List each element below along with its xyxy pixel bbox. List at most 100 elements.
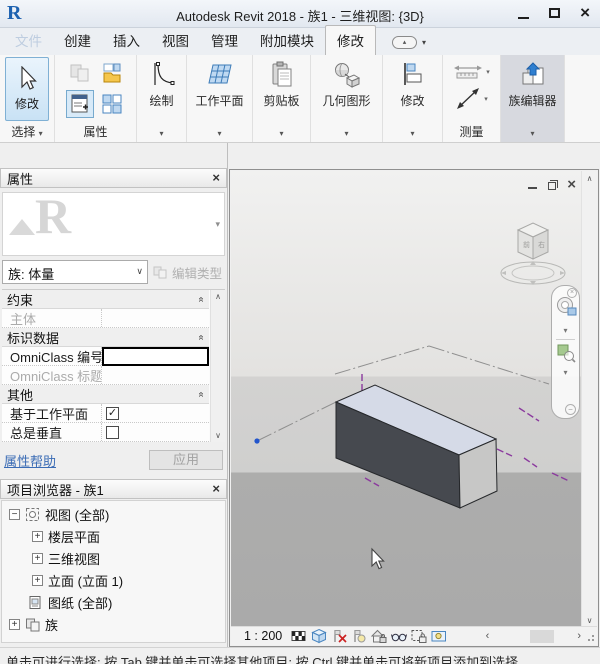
shadows-icon[interactable] [351, 628, 367, 644]
tree-item-elevations[interactable]: + 立面 (立面 1) [2, 569, 225, 591]
type-properties-icon[interactable] [68, 61, 92, 85]
panel-clipboard[interactable]: 剪贴板 ▾ [253, 55, 311, 142]
scroll-up-icon[interactable]: ∧ [587, 174, 593, 183]
tab-create[interactable]: 创建 [53, 26, 102, 55]
omniclass-number-input[interactable] [102, 347, 209, 366]
collapse-expander-icon[interactable]: − [9, 509, 20, 520]
checkbox-unchecked[interactable] [106, 426, 119, 439]
property-row-host[interactable]: 主体 [2, 309, 209, 328]
visual-style-icon[interactable] [311, 628, 327, 644]
select-panel-label[interactable]: 选择 ▾ [0, 123, 54, 140]
chevron-down-icon[interactable]: ▾ [486, 68, 490, 76]
expand-expander-icon[interactable]: + [9, 619, 20, 630]
panel-workplane[interactable]: 工作平面 ▾ [187, 55, 253, 142]
horizontal-scrollbar[interactable] [494, 630, 572, 643]
chevron-down-icon[interactable]: ▾ [552, 326, 579, 335]
type-selector-combo[interactable]: 族: 体量 ∨ [2, 260, 148, 284]
ribbon-pin-icon[interactable]: ▴ [392, 36, 417, 49]
properties-palette-header[interactable]: 属性 × [0, 168, 227, 188]
scroll-down-icon[interactable]: ∨ [215, 431, 221, 440]
property-row-omniclass-number[interactable]: OmniClass 编号 [2, 347, 209, 366]
steering-wheel-icon[interactable] [556, 296, 577, 317]
sun-path-icon[interactable] [331, 628, 347, 644]
pan-icon[interactable]: − [565, 404, 576, 415]
property-row-work-plane-based[interactable]: 基于工作平面 ✓ [2, 404, 209, 423]
tab-manage[interactable]: 管理 [200, 26, 249, 55]
chevron-down-icon[interactable]: ▾ [215, 219, 220, 230]
tab-file[interactable]: 文件 [4, 26, 53, 55]
vertical-scrollbar[interactable]: ∧ ∨ [581, 171, 597, 628]
properties-help-link[interactable]: 属性帮助 [4, 451, 56, 470]
view-close-button[interactable]: × [567, 179, 576, 190]
chevron-down-icon[interactable]: ▾ [552, 368, 579, 377]
chevron-down-icon[interactable]: ▾ [311, 129, 382, 138]
scroll-down-icon[interactable]: ∨ [587, 616, 593, 625]
panel-family-editor[interactable]: 族编辑器 ▾ [501, 55, 565, 142]
apply-button[interactable]: 应用 [149, 450, 223, 470]
drawing-canvas[interactable]: × 前 右 × [231, 171, 582, 628]
collapse-chevron-icon[interactable]: « [196, 391, 207, 397]
group-header-other[interactable]: 其他 « [2, 385, 209, 404]
property-value[interactable] [102, 366, 209, 384]
property-value[interactable] [102, 309, 209, 327]
project-browser-header[interactable]: 项目浏览器 - 族1 × [0, 479, 227, 499]
mass-box[interactable] [336, 385, 497, 508]
property-row-always-vertical[interactable]: 总是垂直 [2, 423, 209, 442]
tab-insert[interactable]: 插入 [102, 26, 151, 55]
maximize-button[interactable] [549, 8, 560, 18]
chevron-down-icon[interactable]: ▾ [484, 95, 488, 103]
tree-item-floor-plans[interactable]: + 楼层平面 [2, 525, 225, 547]
crop-region-icon[interactable] [411, 628, 427, 644]
tab-addins[interactable]: 附加模块 [249, 26, 325, 55]
revit-logo-icon[interactable]: R [7, 2, 29, 25]
chevron-down-icon[interactable]: ▾ [187, 129, 252, 138]
expand-expander-icon[interactable]: + [32, 531, 43, 542]
tree-item-sheets[interactable]: 图纸 (全部) [2, 591, 225, 613]
minimize-button[interactable] [518, 17, 529, 19]
edit-type-button[interactable]: 编辑类型 [153, 260, 225, 284]
group-header-identity-data[interactable]: 标识数据 « [2, 328, 209, 347]
scroll-left-icon[interactable]: ‹ [483, 630, 493, 642]
close-button[interactable]: × [580, 6, 590, 20]
reference-point[interactable] [254, 438, 259, 443]
measure-linear-button[interactable]: ▾ [453, 64, 490, 80]
tree-item-families[interactable]: + 族 [2, 613, 225, 635]
collapse-chevron-icon[interactable]: « [196, 334, 207, 340]
tab-view[interactable]: 视图 [151, 26, 200, 55]
chevron-down-icon[interactable]: ▾ [501, 129, 564, 138]
locked-3d-view-icon[interactable] [371, 628, 387, 644]
chevron-down-icon[interactable]: ▾ [253, 129, 310, 138]
panel-draw[interactable]: 绘制 ▾ [137, 55, 187, 142]
reveal-hidden-elements-icon[interactable] [431, 628, 447, 644]
close-icon[interactable]: × [212, 172, 220, 184]
group-header-constraints[interactable]: 约束 « [2, 290, 209, 309]
property-row-omniclass-title[interactable]: OmniClass 标题 [2, 366, 209, 385]
resize-grip[interactable] [586, 628, 596, 644]
chevron-down-icon[interactable]: ▾ [383, 129, 442, 138]
expand-expander-icon[interactable]: + [32, 575, 43, 586]
chevron-down-icon[interactable]: ▾ [422, 38, 426, 47]
scrollbar-thumb[interactable] [530, 630, 554, 643]
close-icon[interactable]: × [212, 483, 220, 495]
collapse-chevron-icon[interactable]: « [196, 296, 207, 302]
zoom-region-icon[interactable] [557, 344, 576, 363]
modify-tool-button[interactable]: 修改 [5, 57, 49, 121]
view-restore-button[interactable] [548, 182, 556, 190]
measure-angular-button[interactable]: ▾ [455, 87, 488, 111]
scroll-up-icon[interactable]: ∧ [215, 292, 221, 301]
view-cube[interactable]: 前 右 [497, 211, 569, 295]
view-scale[interactable]: 1 : 200 [244, 629, 282, 643]
tab-modify[interactable]: 修改 [325, 25, 376, 55]
view-minimize-button[interactable] [528, 187, 537, 189]
chevron-down-icon[interactable]: ▾ [137, 129, 186, 138]
properties-scrollbar[interactable]: ∧ ∨ [210, 290, 225, 442]
user-interface-windows-icon[interactable] [100, 92, 124, 116]
family-types-folder-icon[interactable] [100, 61, 124, 85]
detail-level-icon[interactable] [291, 628, 307, 644]
tree-item-views[interactable]: − 视图 (全部) [2, 503, 225, 525]
temporary-hide-isolate-icon[interactable] [391, 628, 407, 644]
expand-expander-icon[interactable]: + [32, 553, 43, 564]
tree-item-3d-views[interactable]: + 三维视图 [2, 547, 225, 569]
panel-modify-tools[interactable]: 修改 ▾ [383, 55, 443, 142]
properties-palette-toggle[interactable] [66, 90, 94, 118]
